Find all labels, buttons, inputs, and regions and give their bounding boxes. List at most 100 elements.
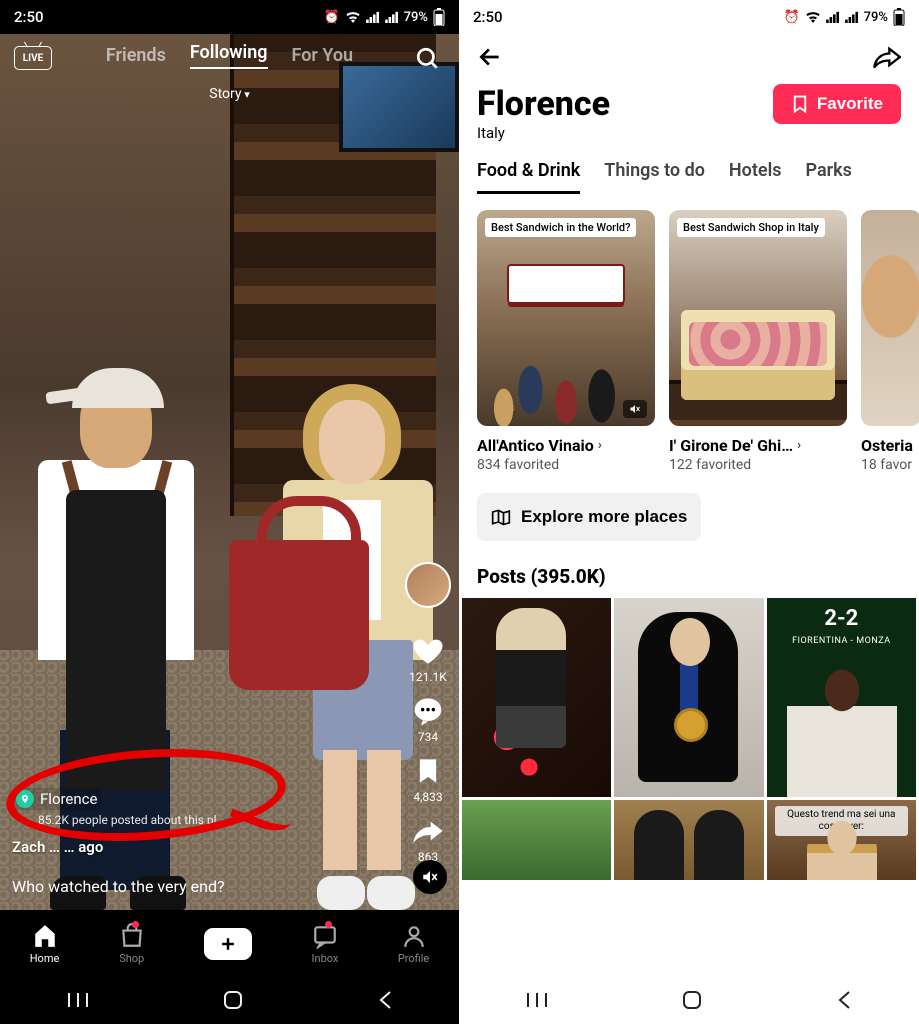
status-icons: ⏰ 79% xyxy=(783,8,905,26)
mute-button[interactable] xyxy=(413,860,447,894)
favorite-button[interactable]: Favorite xyxy=(773,84,901,124)
status-time: 2:50 xyxy=(14,8,44,26)
signal2-icon xyxy=(385,11,399,23)
thumb-label: Best Sandwich Shop in Italy xyxy=(677,218,825,237)
chevron-right-icon: › xyxy=(797,438,801,453)
posts-header: Posts (395.0K) xyxy=(459,541,919,598)
forward-share-button[interactable] xyxy=(873,45,901,69)
tab-parks[interactable]: Parks xyxy=(806,160,852,194)
notification-dot-icon xyxy=(132,921,139,928)
share-icon xyxy=(411,814,445,848)
action-rail: 121.1K 734 4,833 863 xyxy=(405,562,451,864)
location-pin-icon xyxy=(16,790,34,808)
place-thumbnail[interactable] xyxy=(861,210,919,426)
top-row xyxy=(459,34,919,80)
map-icon xyxy=(491,508,511,526)
tab-following[interactable]: Following xyxy=(190,42,268,69)
heart-icon xyxy=(411,634,445,668)
explore-more-button[interactable]: Explore more places xyxy=(477,493,701,541)
comment-icon xyxy=(411,694,445,728)
poster-username-line[interactable]: Zach … … ago xyxy=(12,838,103,856)
place-name: I' Girone De' Ghi…› xyxy=(669,436,847,455)
tiktok-feed-screen: 2:50 ⏰ 79% xyxy=(0,0,459,1024)
thumb-label: Best Sandwich in the World? xyxy=(485,218,636,237)
location-subtitle: 85.2K people posted about this pl… xyxy=(38,813,225,827)
battery-pct: 79% xyxy=(864,10,888,25)
location-pill[interactable]: Florence xyxy=(12,788,101,810)
place-thumbnail[interactable]: Best Sandwich in the World? All'Antico V… xyxy=(477,210,655,426)
nav-create[interactable] xyxy=(204,928,252,960)
comment-count: 734 xyxy=(418,730,438,744)
tab-things-to-do[interactable]: Things to do xyxy=(604,160,705,194)
match-teams: FIORENTINA - MONZA xyxy=(767,636,916,646)
place-favorited: 122 favorited xyxy=(669,457,847,473)
thumb-caption: Questo trend ma sei una cosplayer: xyxy=(775,806,908,836)
place-card[interactable]: Best Sandwich Shop in Italy I' Girone De… xyxy=(669,210,847,473)
status-icons: ⏰ 79% xyxy=(323,8,445,26)
wifi-icon xyxy=(805,11,821,23)
status-time: 2:50 xyxy=(473,8,503,26)
wifi-icon xyxy=(345,11,361,23)
nav-home[interactable]: Home xyxy=(30,923,60,965)
status-bar: 2:50 ⏰ 79% xyxy=(0,0,459,34)
tab-for-you[interactable]: For You xyxy=(292,45,354,66)
feed-tabs: Friends Following For You xyxy=(0,42,459,69)
match-score: 2-2 xyxy=(767,606,916,631)
chevron-right-icon: › xyxy=(598,438,602,453)
category-tabs: Food & Drink Things to do Hotels Parks xyxy=(459,142,919,194)
bookmark-icon xyxy=(791,94,809,114)
post-thumbnail[interactable] xyxy=(462,800,611,880)
like-count: 121.1K xyxy=(409,670,447,684)
alarm-icon: ⏰ xyxy=(323,10,339,25)
place-name: All'Antico Vinaio› xyxy=(477,436,655,455)
location-detail-screen: 2:50 ⏰ 79% Florence Italy Favorite Food … xyxy=(459,0,919,1024)
tab-food-drink[interactable]: Food & Drink xyxy=(477,160,580,194)
location-header: Florence Italy Favorite xyxy=(459,80,919,142)
battery-pct: 79% xyxy=(404,10,428,25)
tab-hotels[interactable]: Hotels xyxy=(729,160,782,194)
tab-friends[interactable]: Friends xyxy=(106,45,166,66)
sys-back-icon[interactable] xyxy=(377,989,393,1011)
system-nav-bar xyxy=(459,976,919,1024)
location-name: Florence xyxy=(40,790,97,808)
video-area[interactable] xyxy=(0,34,459,910)
mute-icon xyxy=(623,400,647,418)
bookmark-icon xyxy=(411,754,445,788)
creator-avatar[interactable] xyxy=(405,562,451,608)
nav-shop[interactable]: Shop xyxy=(119,923,145,965)
sys-recents-icon[interactable] xyxy=(67,991,89,1009)
share-button[interactable]: 863 xyxy=(411,814,445,864)
search-icon[interactable] xyxy=(415,46,441,72)
place-card[interactable]: Osteria 18 favor xyxy=(861,210,919,473)
back-button[interactable] xyxy=(477,44,503,70)
bookmark-button[interactable]: 4,833 xyxy=(411,754,445,804)
story-dropdown[interactable]: Story xyxy=(209,86,249,102)
post-thumbnail[interactable] xyxy=(462,598,611,797)
sys-home-icon[interactable] xyxy=(222,989,244,1011)
alarm-icon: ⏰ xyxy=(783,10,799,25)
place-thumbnail[interactable]: Best Sandwich Shop in Italy xyxy=(669,210,847,426)
place-favorited: 834 favorited xyxy=(477,457,655,473)
sys-back-icon[interactable] xyxy=(836,989,852,1011)
place-card[interactable]: Best Sandwich in the World? All'Antico V… xyxy=(477,210,655,473)
place-cards-row[interactable]: Best Sandwich in the World? All'Antico V… xyxy=(459,194,919,473)
sys-home-icon[interactable] xyxy=(681,989,703,1011)
status-bar: 2:50 ⏰ 79% xyxy=(459,0,919,34)
post-thumbnail[interactable]: 2-2 FIORENTINA - MONZA xyxy=(767,598,916,797)
video-caption: Who watched to the very end? xyxy=(8,873,399,900)
signal2-icon xyxy=(845,11,859,23)
location-country: Italy xyxy=(477,124,610,142)
sys-recents-icon[interactable] xyxy=(526,991,548,1009)
battery-icon xyxy=(433,8,445,26)
post-thumbnail[interactable] xyxy=(614,598,763,797)
like-button[interactable]: 121.1K xyxy=(409,634,447,684)
scene-illustration xyxy=(0,34,459,910)
comment-button[interactable]: 734 xyxy=(411,694,445,744)
location-title: Florence xyxy=(477,84,610,124)
nav-inbox[interactable]: Inbox xyxy=(312,923,339,965)
post-thumbnail[interactable]: Questo trend ma sei una cosplayer: xyxy=(767,800,916,880)
system-nav-bar xyxy=(0,976,459,1024)
nav-profile[interactable]: Profile xyxy=(398,923,429,965)
signal-icon xyxy=(366,11,380,23)
post-thumbnail[interactable] xyxy=(614,800,763,880)
